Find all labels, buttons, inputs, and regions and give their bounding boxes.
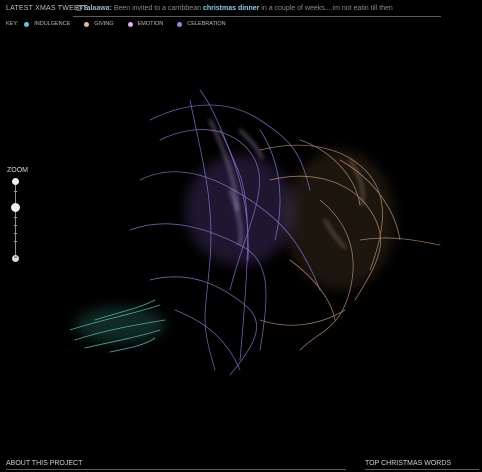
latest-tweet[interactable]: @Talaawa: Been invited to a carribbean c… [76,5,393,12]
footer-bar: ABOUT THIS PROJECT TOP CHRISTMAS WORDS [0,456,482,472]
indulgence-dot [24,21,30,27]
key-item-indulgence: INDULGENCE [24,21,70,27]
celebration-dot [177,21,183,27]
giving-dot [84,21,90,27]
tweet-text-after: in a couple of weeks....im not eatin til… [259,5,393,12]
celebration-glow [185,155,295,265]
top-words-underline [365,469,479,470]
tweet-username[interactable]: @Talaawa: [76,5,112,12]
legend-key: KEY: INDULGENCE GIVING EMOTION CELEBRATI… [6,19,240,29]
emotion-dot [127,21,133,27]
particle-cloud [69,89,441,376]
key-item-giving: GIVING [84,21,114,27]
latest-tweets-bar: LATEST XMAS TWEETS: @Talaawa: Been invit… [0,0,482,17]
tweet-text-before: Been invited to a carribbean [111,5,203,12]
key-label: GIVING [94,21,114,27]
key-label: CELEBRATION [187,21,226,27]
key-label: INDULGENCE [34,21,71,27]
about-underline [6,469,346,470]
tweet-keyword: christmas dinner [202,5,260,12]
tweet-visualization[interactable] [0,30,482,450]
about-project-link[interactable]: ABOUT THIS PROJECT [6,460,82,467]
key-label: EMOTION [137,21,164,27]
key-title: KEY: [6,21,19,27]
key-item-celebration: CELEBRATION [177,21,226,27]
tweet-underline [73,16,441,17]
key-item-emotion: EMOTION [127,21,164,27]
top-christmas-words-link[interactable]: TOP CHRISTMAS WORDS [365,460,451,467]
